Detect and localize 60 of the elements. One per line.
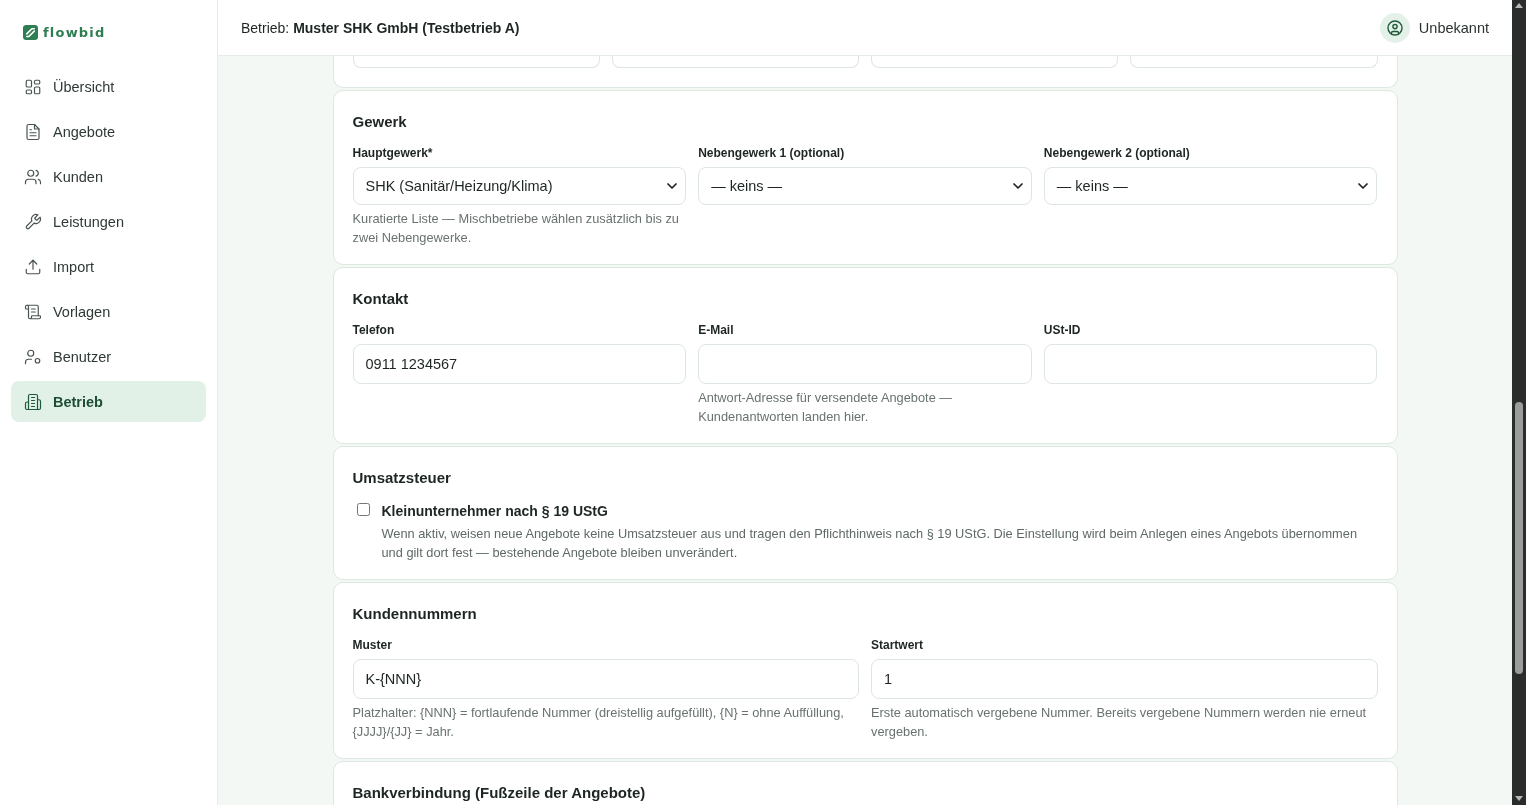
user-menu-button[interactable]: Unbekannt	[1379, 12, 1489, 43]
dropdown[interactable]: SHK (Sanitär/Heizung/Klima)	[352, 167, 687, 205]
section-title: Gewerk	[352, 112, 408, 132]
triangle-down-icon[interactable]	[1515, 796, 1523, 801]
input-field[interactable]	[871, 56, 1119, 68]
section-title: Bankverbindung (Fußzeile der Angebote)	[352, 783, 647, 803]
nav-item[interactable]: Übersicht	[11, 66, 206, 107]
field-label: USt-ID	[1043, 322, 1082, 338]
field-label: Nebengewerk 2 (optional)	[1043, 145, 1191, 161]
input-field[interactable]: 1	[871, 659, 1378, 699]
section-title: Kontakt	[352, 289, 410, 309]
field-label: E-Mail	[698, 322, 735, 338]
scrollbar-thumb[interactable]	[1515, 402, 1523, 674]
section-title: Kundennummern	[352, 604, 478, 624]
nav-item[interactable]: Vorlagen	[11, 291, 206, 332]
field-label: Telefon	[352, 322, 396, 338]
input-field[interactable]: 0911 1234567	[352, 344, 687, 384]
nav-item[interactable]: Leistungen	[11, 201, 206, 242]
business-name: Betrieb: Muster SHK GmbH (Testbetrieb A)	[241, 19, 520, 36]
nav-item[interactable]: Kunden	[11, 156, 206, 197]
brand-name: flowbid	[43, 24, 106, 40]
input-field[interactable]	[698, 344, 1032, 384]
user-avatar-icon	[1379, 12, 1410, 43]
users-icon	[24, 167, 42, 186]
chevron-down-icon	[667, 183, 678, 189]
field-hint: Platzhalter: {NNN} = fortlaufende Nummer (dreistellig aufgefüllt), {N} = ohne Auffüllung, {JJJJ}/{JJ} = Jahr.	[352, 704, 845, 741]
field-label: Nebengewerk 1 (optional)	[698, 145, 846, 161]
chevron-down-icon	[1012, 183, 1023, 189]
input-field[interactable]	[1043, 344, 1378, 384]
input-field[interactable]	[1130, 56, 1378, 68]
building-icon	[24, 392, 42, 411]
input-field[interactable]	[352, 56, 600, 68]
input-field[interactable]: K-{NNN}	[352, 659, 859, 699]
field-hint: Antwort-Adresse für versendete Angebote — Kundenantworten landen hier.	[698, 389, 954, 426]
grid-icon	[24, 77, 42, 96]
dropdown[interactable]: — keins —	[1043, 167, 1378, 205]
nav-item[interactable]: Import	[11, 246, 206, 287]
upload-icon	[24, 257, 42, 276]
nav-item[interactable]: Betrieb	[11, 381, 206, 422]
field-hint: Kuratierte Liste — Mischbetriebe wählen zusätzlich bis zu zwei Nebengewerke.	[352, 210, 680, 247]
chevron-down-icon	[1358, 183, 1369, 189]
field-label: Startwert	[871, 637, 924, 653]
scroll-icon	[24, 302, 42, 321]
wrench-icon	[24, 212, 42, 231]
input-field[interactable]	[611, 56, 859, 68]
dropdown[interactable]: — keins —	[698, 167, 1032, 205]
logo-icon	[23, 24, 38, 40]
checkbox[interactable]	[356, 503, 370, 516]
field-hint: Erste automatisch vergebene Nummer. Bereits vergebene Nummern werden nie erneut vergeben.	[871, 704, 1368, 741]
field-label: Muster	[352, 637, 393, 653]
section-title: Umsatzsteuer	[352, 468, 452, 488]
user-gear-icon	[24, 347, 42, 366]
field-label: Hauptgewerk*	[352, 145, 434, 161]
document-icon	[24, 122, 42, 141]
triangle-up-icon[interactable]	[1515, 3, 1523, 8]
checkbox-label: Kleinunternehmer nach § 19 UStG	[381, 502, 609, 521]
nav-item[interactable]: Benutzer	[11, 336, 206, 377]
nav-item[interactable]: Angebote	[11, 111, 206, 152]
scrollbar[interactable]	[1512, 0, 1526, 805]
checkbox-description: Wenn aktiv, weisen neue Angebote keine Umsatzsteuer aus und tragen den Pflichthinweis nach § 19 UStG. Die Einstellung wird beim Anlegen eines Angebots übernommen und gilt dort fest — bestehende Angebote bleiben unverändert.	[381, 525, 1359, 562]
